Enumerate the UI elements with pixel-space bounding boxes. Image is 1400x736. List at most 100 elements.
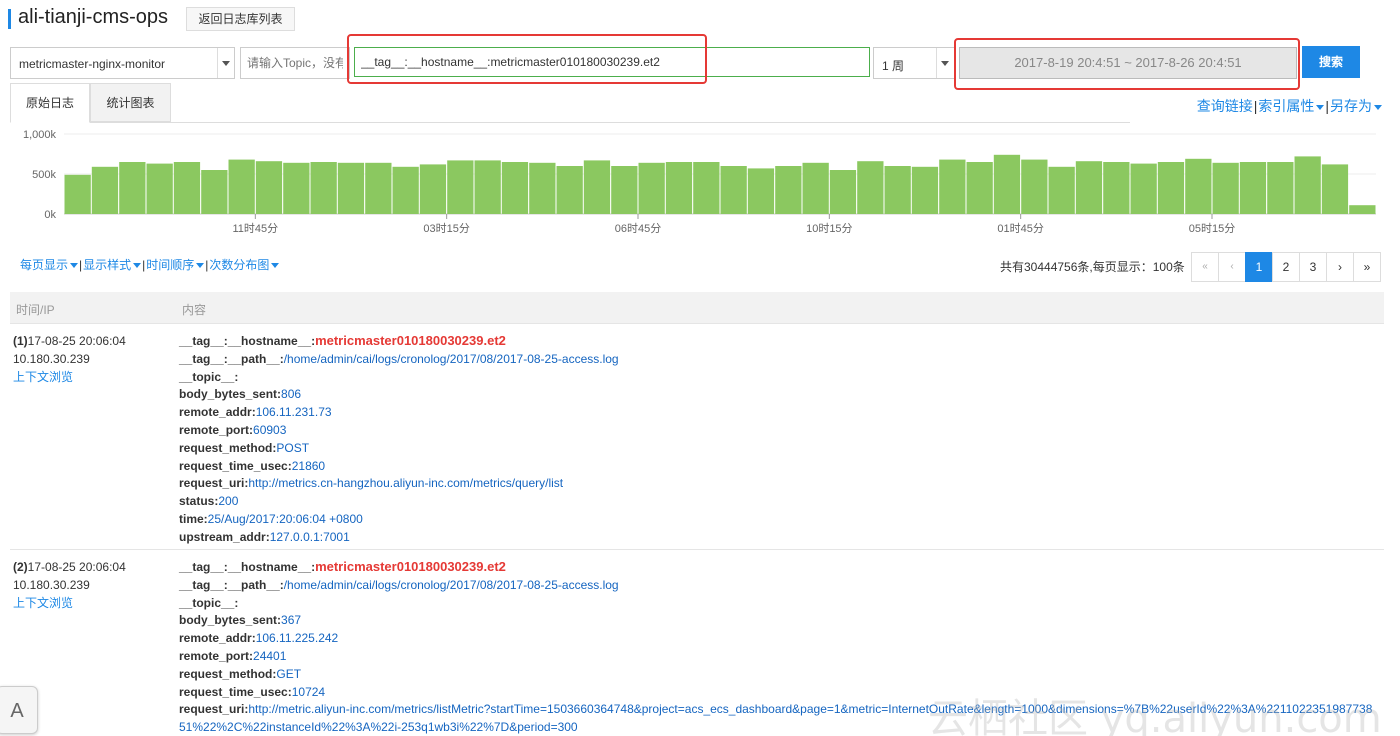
histogram-bar[interactable] xyxy=(966,162,993,214)
log-field-value[interactable]: 24401 xyxy=(253,649,286,663)
histogram-bar[interactable] xyxy=(119,162,146,214)
log-field-value[interactable]: 106.11.231.73 xyxy=(256,405,332,419)
histogram-bar[interactable] xyxy=(556,166,583,214)
back-to-logstores-button[interactable]: 返回日志库列表 xyxy=(186,7,295,31)
histogram-bar[interactable] xyxy=(1294,156,1321,214)
histogram-bar[interactable] xyxy=(255,161,283,214)
first-page-button[interactable]: « xyxy=(1191,252,1219,282)
histogram-bar[interactable] xyxy=(1212,162,1239,214)
histogram-bar[interactable] xyxy=(337,162,365,214)
log-field-value[interactable]: 21860 xyxy=(292,459,325,473)
histogram-bar[interactable] xyxy=(611,166,638,214)
time-order-dropdown[interactable]: 时间顺序 xyxy=(146,258,205,272)
context-browse-link[interactable]: 上下文浏览 xyxy=(13,368,173,386)
histogram-bar[interactable] xyxy=(365,162,392,214)
search-button[interactable]: 搜索 xyxy=(1302,46,1360,78)
histogram-bar[interactable] xyxy=(1239,162,1267,214)
last-page-button[interactable]: » xyxy=(1353,252,1381,282)
histogram-bar[interactable] xyxy=(1103,162,1130,214)
log-field-value[interactable]: POST xyxy=(276,441,309,455)
log-field-value[interactable]: 25/Aug/2017:20:06:04 +0800 xyxy=(208,512,363,526)
log-row-meta: (2)17-08-25 20:06:04 10.180.30.239 上下文浏览 xyxy=(13,558,173,612)
query-link[interactable]: 查询链接 xyxy=(1197,98,1253,114)
next-page-button[interactable]: › xyxy=(1326,252,1354,282)
histogram-bar[interactable] xyxy=(474,160,501,214)
histogram-bar[interactable] xyxy=(583,160,611,214)
log-field-value[interactable]: /home/admin/cai/logs/cronolog/2017/08/20… xyxy=(284,352,619,366)
result-controls: 每页显示 |显示样式 |时间顺序 |次数分布图 共有30444756条,每页显示：10… xyxy=(0,252,1400,284)
page-3-button[interactable]: 3 xyxy=(1299,252,1327,282)
histogram-bar[interactable] xyxy=(1185,158,1212,214)
display-style-dropdown[interactable]: 显示样式 xyxy=(83,258,142,272)
log-field-value[interactable]: GET xyxy=(276,667,301,681)
histogram-bar[interactable] xyxy=(419,164,447,214)
log-field-value[interactable]: 806 xyxy=(281,387,301,401)
log-field-value[interactable]: metricmaster010180030239.et2 xyxy=(315,333,506,348)
histogram-bar[interactable] xyxy=(1321,164,1349,214)
histogram-bar[interactable] xyxy=(884,166,911,214)
index-attributes-link[interactable]: 索引属性 xyxy=(1258,98,1325,114)
log-count-histogram[interactable]: 1,000k 500k 0k 11时45分 03时15分 06时45分 10时15分 01时4… xyxy=(0,124,1400,240)
tab-raw-logs[interactable]: 原始日志 xyxy=(10,83,90,123)
histogram-bar[interactable] xyxy=(146,163,173,214)
histogram-bar[interactable] xyxy=(747,168,775,214)
tab-statistics-chart[interactable]: 统计图表 xyxy=(90,83,171,122)
histogram-bar[interactable] xyxy=(829,170,857,214)
index-attributes-label: 索引属性 xyxy=(1258,98,1315,114)
log-field-value[interactable]: 367 xyxy=(281,613,301,627)
logstore-select[interactable]: metricmaster-nginx-monitor xyxy=(10,47,235,79)
histogram-bar[interactable] xyxy=(939,159,966,214)
histogram-bar[interactable] xyxy=(911,166,939,214)
log-row-ip: 10.180.30.239 xyxy=(13,352,90,366)
histogram-bar[interactable] xyxy=(228,159,255,214)
log-field: request_method:GET xyxy=(179,666,1384,684)
log-field-value[interactable]: /home/admin/cai/logs/cronolog/2017/08/20… xyxy=(284,578,619,592)
histogram-bar[interactable] xyxy=(173,162,201,214)
topic-input[interactable] xyxy=(240,47,350,79)
histogram-bar[interactable] xyxy=(638,162,665,214)
histogram-bar[interactable] xyxy=(392,166,419,214)
log-row-content: __tag__:__hostname__:metricmaster0101800… xyxy=(179,324,1384,551)
time-range-dropdown-toggle[interactable] xyxy=(936,48,954,78)
histogram-bar[interactable] xyxy=(993,154,1021,214)
histogram-bar[interactable] xyxy=(1267,162,1294,214)
histogram-bar[interactable] xyxy=(1349,205,1376,214)
per-page-dropdown[interactable]: 每页显示 xyxy=(20,258,79,272)
histogram-bar[interactable] xyxy=(665,162,693,214)
log-field-value[interactable]: 60903 xyxy=(253,423,286,437)
log-field-value[interactable]: http://metrics.cn-hangzhou.aliyun-inc.co… xyxy=(248,476,563,490)
histogram-bar[interactable] xyxy=(283,162,310,214)
histogram-bar[interactable] xyxy=(720,166,747,214)
context-browse-link[interactable]: 上下文浏览 xyxy=(13,594,173,612)
histogram-bar[interactable] xyxy=(1075,161,1103,214)
page-1-button[interactable]: 1 xyxy=(1245,252,1273,282)
histogram-bar[interactable] xyxy=(775,166,802,214)
log-field-value[interactable]: metricmaster010180030239.et2 xyxy=(315,559,506,574)
histogram-bar[interactable] xyxy=(857,161,884,214)
logstore-dropdown-toggle[interactable] xyxy=(217,48,234,78)
histogram-bar[interactable] xyxy=(310,162,337,214)
histogram-bar[interactable] xyxy=(1048,166,1075,214)
histogram-bar[interactable] xyxy=(1157,162,1185,214)
log-row-timestamp: 17-08-25 20:06:04 xyxy=(27,334,126,348)
histogram-bar[interactable] xyxy=(1021,159,1048,214)
prev-page-button[interactable]: ‹ xyxy=(1218,252,1246,282)
histogram-bar[interactable] xyxy=(529,162,556,214)
save-as-link[interactable]: 另存为 xyxy=(1330,98,1382,114)
distribution-dropdown[interactable]: 次数分布图 xyxy=(209,258,280,272)
histogram-bar[interactable] xyxy=(91,166,119,214)
histogram-bar[interactable] xyxy=(447,160,474,214)
histogram-bar[interactable] xyxy=(1130,163,1157,214)
histogram-bar[interactable] xyxy=(802,162,829,214)
time-range-select[interactable]: 1 周 xyxy=(873,47,955,79)
histogram-bar[interactable] xyxy=(64,174,91,214)
log-field-value[interactable]: 106.11.225.242 xyxy=(256,631,339,645)
font-size-button[interactable]: A xyxy=(0,686,38,734)
histogram-bar[interactable] xyxy=(501,162,529,214)
histogram-bar[interactable] xyxy=(693,162,720,214)
histogram-bar[interactable] xyxy=(201,170,228,214)
log-field-value[interactable]: 200 xyxy=(218,494,238,508)
page-2-button[interactable]: 2 xyxy=(1272,252,1300,282)
log-field-value[interactable]: 10724 xyxy=(292,685,325,699)
log-field-value[interactable]: 127.0.0.1:7001 xyxy=(270,530,350,544)
